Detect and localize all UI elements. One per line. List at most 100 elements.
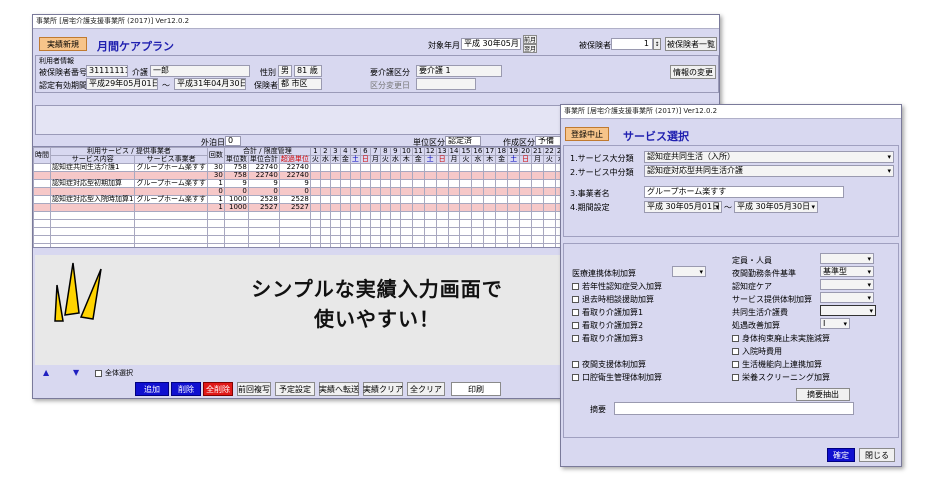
day-cell[interactable] xyxy=(447,243,461,247)
day-cell[interactable] xyxy=(459,187,473,196)
day-cell[interactable] xyxy=(447,227,461,236)
day-cell[interactable] xyxy=(359,219,371,228)
delete-button[interactable]: 削除 xyxy=(171,382,201,396)
day-cell[interactable] xyxy=(423,163,437,172)
day-cell[interactable] xyxy=(399,195,413,204)
day-cell[interactable] xyxy=(519,219,532,228)
day-cell[interactable] xyxy=(483,219,497,228)
day-cell[interactable] xyxy=(542,211,556,220)
day-cell[interactable] xyxy=(435,195,449,204)
day-cell[interactable] xyxy=(369,227,381,236)
day-cell[interactable] xyxy=(389,243,401,247)
day-cell[interactable] xyxy=(349,179,361,188)
day-cell[interactable] xyxy=(435,171,449,180)
day-cell[interactable] xyxy=(359,211,371,220)
day-cell[interactable] xyxy=(459,195,473,204)
spin-icon[interactable]: ↕ xyxy=(653,38,661,50)
day-cell[interactable] xyxy=(459,179,473,188)
day-cell[interactable] xyxy=(483,163,497,172)
day-cell[interactable] xyxy=(411,179,425,188)
day-cell[interactable] xyxy=(507,203,521,212)
day-cell[interactable] xyxy=(507,171,521,180)
scroll-down-icon[interactable]: ▼ xyxy=(73,368,79,377)
day-cell[interactable] xyxy=(399,219,413,228)
add-button[interactable]: 追加 xyxy=(135,382,169,396)
day-cell[interactable] xyxy=(507,243,521,247)
extract-summary-button[interactable]: 摘要抽出 xyxy=(796,388,850,401)
day-cell[interactable] xyxy=(447,203,461,212)
day-cell[interactable] xyxy=(423,235,437,244)
day-cell[interactable] xyxy=(411,195,425,204)
day-cell[interactable] xyxy=(519,235,532,244)
day-cell[interactable] xyxy=(447,219,461,228)
day-cell[interactable] xyxy=(447,235,461,244)
day-cell[interactable] xyxy=(399,203,413,212)
day-cell[interactable] xyxy=(542,203,556,212)
day-cell[interactable] xyxy=(369,211,381,220)
day-cell[interactable] xyxy=(495,171,509,180)
day-cell[interactable] xyxy=(471,163,485,172)
day-cell[interactable] xyxy=(542,187,556,196)
day-cell[interactable] xyxy=(379,203,391,212)
day-cell[interactable] xyxy=(309,227,321,236)
day-cell[interactable] xyxy=(471,171,485,180)
day-cell[interactable] xyxy=(379,243,391,247)
day-cell[interactable] xyxy=(339,203,351,212)
restraint-reduction-checkbox[interactable]: 身体拘束廃止未実施減算 xyxy=(732,333,830,344)
day-cell[interactable] xyxy=(483,179,497,188)
day-cell[interactable] xyxy=(309,187,321,196)
day-cell[interactable] xyxy=(411,243,425,247)
clear-all-button[interactable]: 全クリア xyxy=(407,382,445,396)
day-cell[interactable] xyxy=(329,211,341,220)
day-cell[interactable] xyxy=(411,171,425,180)
day-cell[interactable] xyxy=(507,163,521,172)
day-cell[interactable] xyxy=(459,235,473,244)
day-cell[interactable] xyxy=(507,195,521,204)
provider-field[interactable]: グループホーム楽すす xyxy=(644,186,844,198)
all-select-checkbox[interactable]: 全体選択 xyxy=(95,368,133,378)
day-cell[interactable] xyxy=(411,203,425,212)
day-cell[interactable] xyxy=(399,179,413,188)
day-cell[interactable] xyxy=(389,179,401,188)
day-cell[interactable] xyxy=(495,243,509,247)
day-cell[interactable] xyxy=(411,211,425,220)
day-cell[interactable] xyxy=(379,187,391,196)
young-dementia-checkbox[interactable]: 若年性認知症受入加算 xyxy=(572,281,662,292)
day-cell[interactable] xyxy=(411,219,425,228)
group-living-fee-select[interactable]: ▾ xyxy=(820,305,876,316)
day-cell[interactable] xyxy=(530,235,544,244)
day-cell[interactable] xyxy=(519,195,532,204)
day-cell[interactable] xyxy=(471,211,485,220)
day-cell[interactable] xyxy=(542,171,556,180)
day-cell[interactable] xyxy=(411,227,425,236)
insured-list-button[interactable]: 被保険者一覧 xyxy=(665,37,717,51)
day-cell[interactable] xyxy=(459,203,473,212)
day-cell[interactable] xyxy=(519,163,532,172)
day-cell[interactable] xyxy=(319,219,331,228)
day-cell[interactable] xyxy=(423,187,437,196)
day-cell[interactable] xyxy=(349,219,361,228)
day-cell[interactable] xyxy=(359,163,371,172)
day-cell[interactable] xyxy=(471,219,485,228)
day-cell[interactable] xyxy=(495,195,509,204)
medical-link-select[interactable]: ▾ xyxy=(672,266,706,277)
day-cell[interactable] xyxy=(329,195,341,204)
day-cell[interactable] xyxy=(359,179,371,188)
day-cell[interactable] xyxy=(542,219,556,228)
day-cell[interactable] xyxy=(319,179,331,188)
day-cell[interactable] xyxy=(411,235,425,244)
day-cell[interactable] xyxy=(495,235,509,244)
day-cell[interactable] xyxy=(423,227,437,236)
day-cell[interactable] xyxy=(483,211,497,220)
day-cell[interactable] xyxy=(519,211,532,220)
table-row[interactable] xyxy=(33,243,568,247)
day-cell[interactable] xyxy=(495,163,509,172)
day-cell[interactable] xyxy=(507,187,521,196)
day-cell[interactable] xyxy=(389,187,401,196)
day-cell[interactable] xyxy=(530,171,544,180)
day-cell[interactable] xyxy=(483,235,497,244)
night-support-checkbox[interactable]: 夜間支援体制加算 xyxy=(572,359,646,370)
day-cell[interactable] xyxy=(349,195,361,204)
terminal-care-1-checkbox[interactable]: 看取り介護加算1 xyxy=(572,307,643,318)
day-cell[interactable] xyxy=(329,235,341,244)
